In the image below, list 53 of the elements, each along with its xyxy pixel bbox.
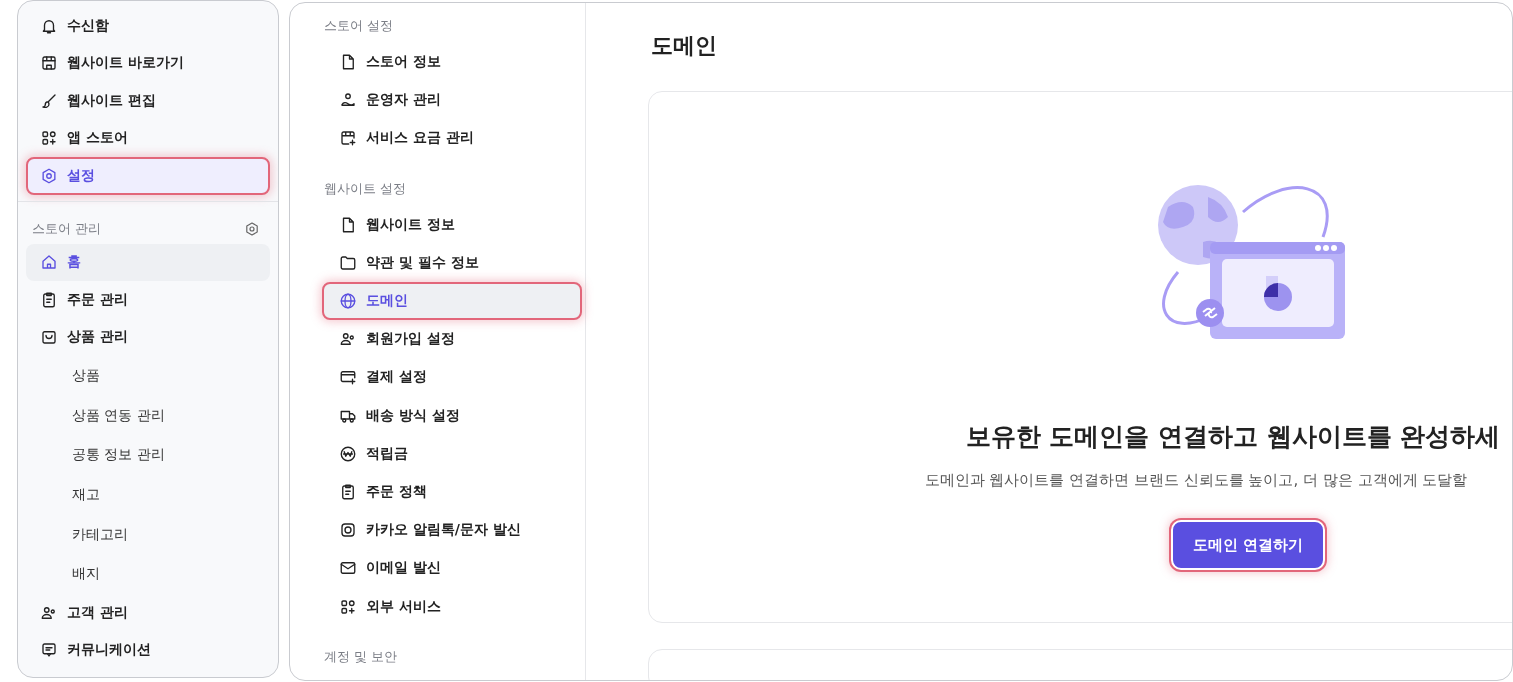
section-title: 스토어 설정: [324, 17, 395, 35]
nav-item[interactable]: 이메일 발신: [322, 549, 582, 588]
nav-item[interactable]: 운영자 관리: [322, 81, 582, 120]
nav-item[interactable]: 주문 관리: [26, 281, 270, 319]
storefront-icon: [40, 54, 58, 73]
nav-item[interactable]: 웹사이트 바로가기: [26, 44, 270, 82]
nav-item[interactable]: 상품 관리: [26, 318, 270, 356]
page-title: 도메인: [651, 32, 718, 60]
section-title: 계정 및 보안: [324, 647, 399, 666]
nav-item[interactable]: 외부 서비스: [322, 587, 582, 626]
nav-item[interactable]: 수신함: [26, 7, 270, 45]
grid-plus-icon: [40, 129, 58, 148]
nav-item[interactable]: 주문 정책: [322, 472, 582, 512]
clipboard-icon: [339, 482, 357, 501]
nav-item[interactable]: 카테고리: [26, 514, 270, 555]
card-plus-icon: [339, 368, 357, 387]
nav-item[interactable]: 적립금: [322, 434, 582, 473]
nav-item[interactable]: 스토어 정보: [322, 43, 582, 82]
empty-state-description: 도메인과 웹사이트를 연결하면 브랜드 신뢰도를 높이고, 더 많은 고객에게 도달할: [924, 471, 1468, 490]
nav-item[interactable]: 배지: [26, 554, 270, 595]
nav-item[interactable]: 웹사이트 편집: [26, 82, 270, 120]
nav-item[interactable]: 도메인: [322, 281, 582, 321]
grid-plus-icon: [339, 597, 357, 616]
section-title: 웹사이트 설정: [324, 179, 408, 198]
nav-item[interactable]: 카카오 알림톡/문자 발신: [322, 511, 582, 550]
chat-icon: [339, 521, 357, 540]
bag-icon: [40, 328, 58, 347]
nav-item[interactable]: 상품 연동 관리: [26, 395, 270, 436]
clipboard-icon: [40, 290, 58, 309]
home-icon: [40, 253, 58, 272]
empty-state-heading: 보유한 도메인을 연결하고 웹사이트를 완성하세: [965, 421, 1501, 453]
nav-item[interactable]: 결제 설정: [322, 358, 582, 397]
storefront-plus-icon: [339, 129, 357, 148]
settings-icon: [40, 166, 58, 185]
nav-item[interactable]: 서비스 요금 관리: [322, 119, 582, 158]
globe-icon: [339, 292, 357, 311]
folder-icon: [339, 253, 357, 272]
nav-item[interactable]: 배송 방식 설정: [322, 396, 582, 435]
nav-item[interactable]: 고객 관리: [26, 594, 270, 632]
nav-item[interactable]: 설정: [26, 157, 270, 195]
nav-item[interactable]: 공통 정보 관리: [26, 435, 270, 476]
nav-item[interactable]: 앱 스토어: [26, 119, 270, 157]
nav-item[interactable]: 회원가입 설정: [322, 320, 582, 359]
nav-item[interactable]: 상품: [26, 356, 270, 396]
section-title: 스토어 관리: [32, 219, 102, 238]
nav-item[interactable]: 홈: [26, 243, 270, 281]
coin-icon: [339, 444, 357, 463]
nav-item[interactable]: 웹사이트 정보: [322, 205, 582, 244]
nav-item[interactable]: 약관 및 필수 정보: [322, 243, 582, 282]
nav-item[interactable]: 재고: [26, 475, 270, 515]
nav-item[interactable]: 커뮤니케이션: [26, 631, 270, 670]
settings-icon[interactable]: [244, 220, 260, 237]
connect-domain-button[interactable]: 도메인 연결하기: [1170, 520, 1326, 570]
